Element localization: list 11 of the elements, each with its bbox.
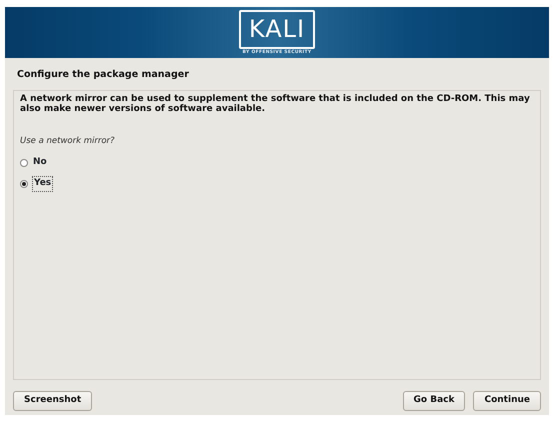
dialog-button[interactable]: Go Back — [402, 391, 466, 411]
description-text: A network mirror can be used to supplement the software that is included on the CD-ROM. This may also make newer versions of software available. — [20, 95, 531, 116]
page-title: Configure the package manager — [16, 68, 190, 82]
option-label[interactable]: Yes — [33, 177, 52, 191]
dialog-button[interactable]: Screenshot — [13, 391, 92, 411]
dialog-button[interactable]: Continue — [473, 391, 541, 411]
radio-button[interactable] — [20, 158, 28, 167]
logo: KALI — [238, 10, 316, 49]
radio-button[interactable] — [20, 180, 28, 188]
option-label[interactable]: No — [33, 156, 47, 170]
question-label: Use a network mirror? — [20, 135, 116, 148]
